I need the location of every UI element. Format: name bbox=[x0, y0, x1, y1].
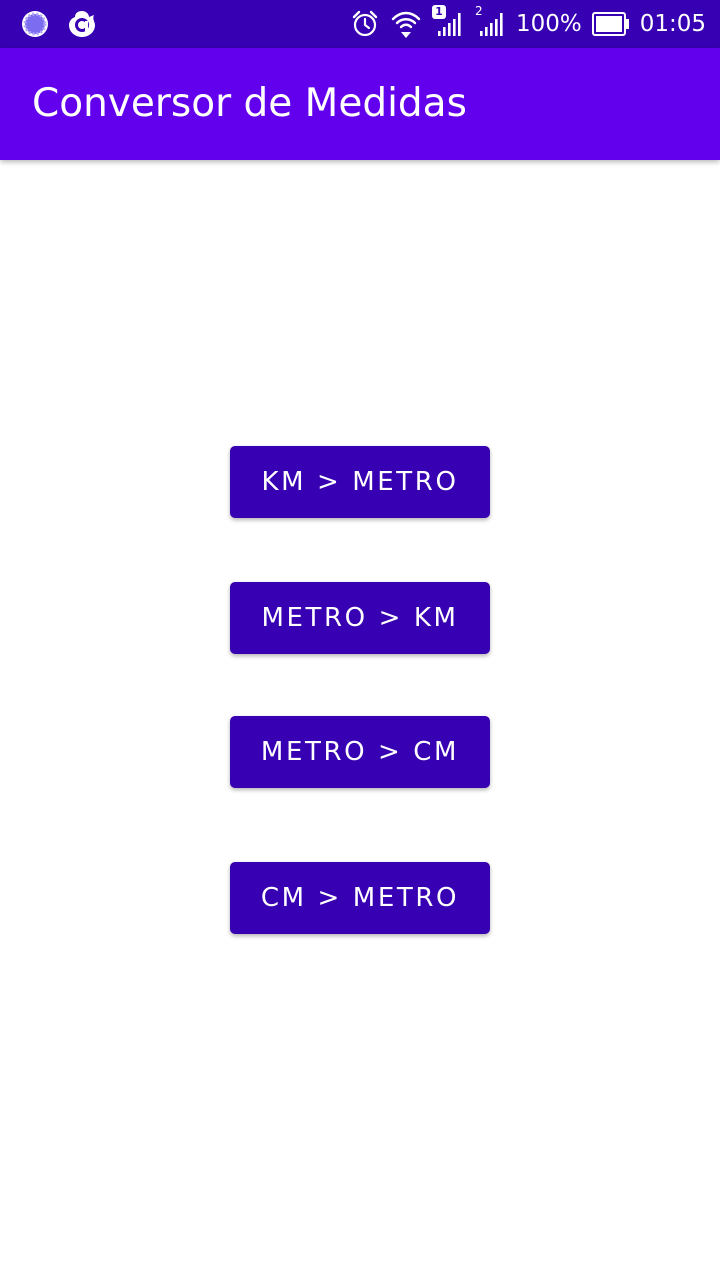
wifi-icon bbox=[390, 8, 422, 40]
main-content: KM > METRO METRO > KM METRO > CM CM > ME… bbox=[0, 160, 720, 1280]
status-bar: 1 2 100% 01:05 bbox=[0, 0, 720, 48]
app-title: Conversor de Medidas bbox=[32, 81, 467, 126]
app-bar: Conversor de Medidas bbox=[0, 48, 720, 160]
cm-to-metro-button[interactable]: CM > METRO bbox=[230, 862, 490, 934]
signal-sim1-icon: 1 bbox=[431, 5, 464, 40]
clock-time: 01:05 bbox=[639, 11, 706, 37]
status-bar-left bbox=[20, 8, 98, 40]
avast-icon bbox=[66, 8, 98, 40]
battery-percent: 100% bbox=[515, 11, 582, 37]
loading-spinner-icon bbox=[20, 9, 50, 39]
alarm-icon bbox=[350, 9, 380, 39]
metro-to-km-button[interactable]: METRO > KM bbox=[230, 582, 490, 654]
km-to-metro-button[interactable]: KM > METRO bbox=[230, 446, 490, 518]
signal-sim2-icon: 2 bbox=[474, 4, 506, 40]
status-bar-right: 1 2 100% 01:05 bbox=[350, 4, 706, 40]
metro-to-cm-button[interactable]: METRO > CM bbox=[230, 716, 490, 788]
battery-icon bbox=[591, 11, 630, 37]
